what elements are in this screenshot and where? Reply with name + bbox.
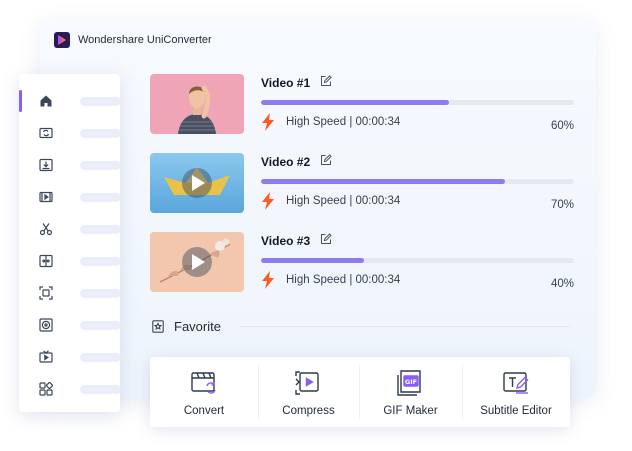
uniconverter-logo-icon — [54, 32, 70, 48]
sidebar-label-placeholder — [80, 225, 121, 234]
sidebar-label-placeholder — [80, 257, 121, 266]
sidebar-item-tv[interactable] — [19, 346, 121, 368]
lightning-bolt-icon — [262, 192, 274, 210]
sidebar-label-placeholder — [80, 193, 121, 202]
video-thumbnail-man[interactable] — [150, 74, 244, 134]
tool-label: Convert — [183, 405, 225, 417]
progress-percent: 40% — [550, 278, 574, 290]
tool-label: GIF Maker — [383, 405, 438, 417]
sidebar-label-placeholder — [80, 97, 121, 106]
conversion-progress-bar — [261, 258, 574, 263]
home-icon — [40, 95, 52, 107]
sidebar-label-placeholder — [80, 129, 121, 138]
sidebar-item-download[interactable] — [19, 154, 121, 176]
video-thumbnail-paper-boat[interactable] — [150, 153, 244, 213]
sidebar-item-toolbox[interactable] — [19, 378, 121, 400]
progress-fill — [261, 179, 506, 184]
convert-tool-icon — [191, 372, 216, 394]
video-title: Video #3 — [261, 234, 311, 248]
favorite-label: Favorite — [174, 319, 221, 334]
edit-icon[interactable] — [320, 154, 332, 166]
conversion-progress-bar — [261, 179, 574, 184]
merge-icon — [39, 254, 53, 268]
progress-fill — [261, 258, 365, 263]
progress-percent: 60% — [550, 120, 574, 132]
separator: | — [349, 116, 353, 128]
sidebar-label-placeholder — [80, 161, 121, 170]
speed-label: High Speed — [286, 274, 347, 286]
tv-icon — [39, 350, 53, 363]
video-player-icon — [39, 191, 53, 203]
dvd-burn-icon — [39, 318, 53, 332]
tool-compress[interactable]: Compress — [258, 357, 359, 427]
tool-subtitle-editor[interactable]: Subtitle Editor — [462, 357, 570, 427]
screen-record-icon — [39, 286, 53, 300]
tool-label: Compress — [282, 405, 335, 417]
edit-icon[interactable] — [320, 75, 332, 87]
tool-gif-maker[interactable]: GIF GIF Maker — [359, 357, 462, 427]
sidebar-label-placeholder — [80, 321, 121, 330]
video-title: Video #1 — [261, 76, 311, 90]
gif-maker-icon: GIF — [397, 370, 421, 396]
tool-label: Subtitle Editor — [480, 405, 552, 417]
duration: 00:00:34 — [355, 195, 401, 207]
download-icon — [39, 158, 53, 172]
sidebar-label-placeholder — [80, 289, 121, 298]
duration: 00:00:34 — [355, 116, 401, 128]
sidebar-item-trim[interactable] — [19, 218, 121, 240]
convert-icon — [39, 127, 53, 139]
sidebar-label-placeholder — [80, 385, 121, 394]
duration: 00:00:34 — [355, 274, 401, 286]
lightning-bolt-icon — [262, 271, 274, 289]
sidebar-item-home[interactable] — [19, 90, 121, 112]
video-row-2[interactable]: Video #2 High Speed | 00:00:34 70% — [150, 153, 574, 215]
title-bar: Wondershare UniConverter — [54, 32, 212, 48]
lightning-bolt-icon — [262, 113, 274, 131]
sidebar — [19, 74, 121, 412]
subtitle-editor-icon — [503, 372, 529, 394]
progress-percent: 70% — [550, 199, 574, 211]
tool-convert[interactable]: Convert — [150, 357, 258, 427]
speed-status: High Speed | 00:00:34 — [286, 195, 400, 207]
sidebar-label-placeholder — [80, 353, 121, 362]
video-row-3[interactable]: Video #3 High Speed | 00:00:34 40% — [150, 232, 574, 294]
video-thumbnail-dried-flowers[interactable] — [150, 232, 244, 292]
sidebar-item-player[interactable] — [19, 186, 121, 208]
sidebar-item-convert[interactable] — [19, 122, 121, 144]
sidebar-item-screen-recorder[interactable] — [19, 282, 121, 304]
bookmark-star-icon — [152, 320, 164, 333]
separator: | — [349, 274, 353, 286]
video-title: Video #2 — [261, 155, 311, 169]
sidebar-item-dvd-burner[interactable] — [19, 314, 121, 336]
app-title: Wondershare UniConverter — [78, 34, 212, 46]
speed-status: High Speed | 00:00:34 — [286, 116, 400, 128]
conversion-progress-bar — [261, 100, 574, 105]
speed-status: High Speed | 00:00:34 — [286, 274, 400, 286]
separator: | — [349, 195, 353, 207]
speed-label: High Speed — [286, 195, 347, 207]
edit-icon[interactable] — [320, 233, 332, 245]
toolbox-icon — [39, 382, 53, 396]
video-row-1[interactable]: Video #1 High Speed | 00:00:34 60% — [150, 74, 574, 136]
gif-badge-text: GIF — [405, 378, 417, 386]
favorite-tools-panel: Convert Compress GIF GIF Maker Subtitle … — [150, 357, 570, 427]
favorite-section-header: Favorite — [152, 319, 221, 334]
favorite-divider — [240, 326, 570, 327]
speed-label: High Speed — [286, 116, 347, 128]
scissors-icon — [39, 223, 53, 236]
compress-tool-icon — [295, 371, 319, 395]
sidebar-item-merge[interactable] — [19, 250, 121, 272]
progress-fill — [261, 100, 449, 105]
